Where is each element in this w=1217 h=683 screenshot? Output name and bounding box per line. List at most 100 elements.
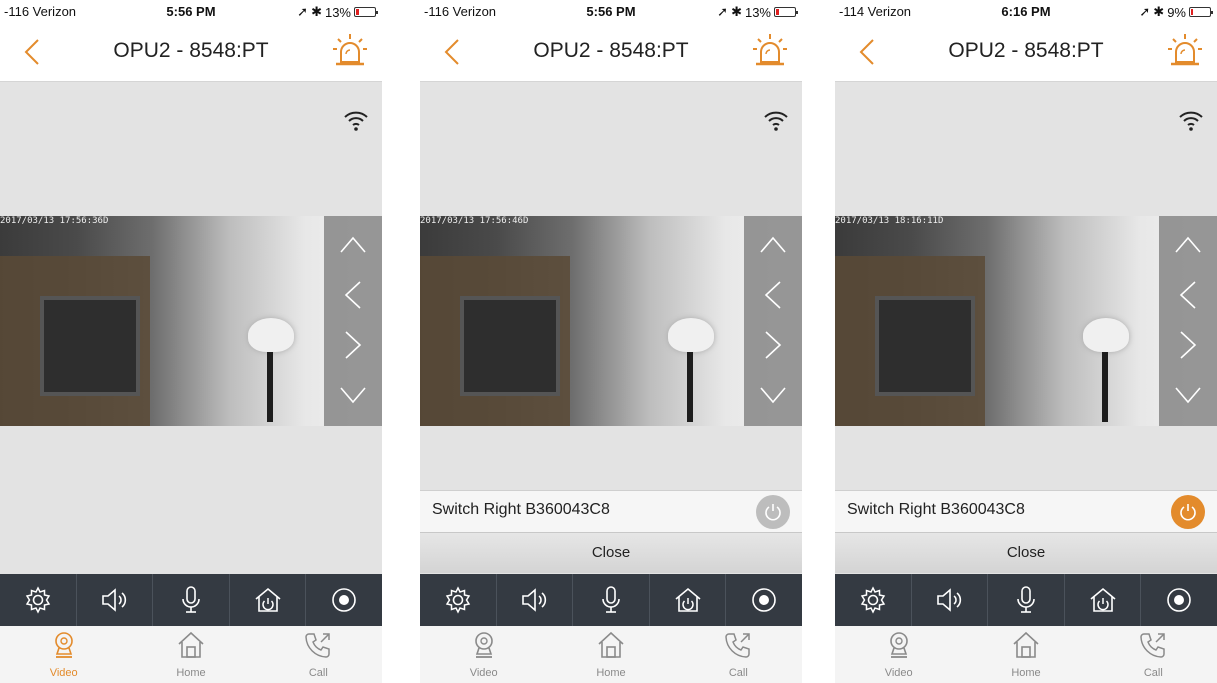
webcam-icon — [884, 630, 914, 665]
power-toggle-icon[interactable] — [1171, 495, 1205, 529]
video-scene-bulb — [248, 318, 294, 352]
pan-down-icon[interactable] — [334, 376, 372, 414]
battery-icon — [1189, 7, 1213, 17]
video-timestamp: 2017/03/13 17:56:46D — [420, 216, 529, 226]
home-power-icon[interactable] — [230, 574, 307, 626]
microphone-icon[interactable] — [988, 574, 1065, 626]
call-icon — [1138, 630, 1168, 665]
tab-label: Home — [596, 667, 626, 679]
phone-screen-3: -114 Verizon 6:16 PM ➚ ✱ 9% OPU2 - 8548:… — [835, 0, 1217, 683]
control-toolbar — [0, 574, 382, 626]
status-bar: -116 Verizon 5:56 PM ➚ ✱ 13% — [420, 0, 802, 22]
video-scene-bulb — [1083, 318, 1129, 352]
settings-gear-icon[interactable] — [0, 574, 77, 626]
battery-percent: 9% — [1167, 4, 1186, 20]
battery-icon — [354, 7, 378, 17]
switch-row: Switch Right B360043C8 — [835, 490, 1217, 532]
camera-video-feed[interactable]: 2017/03/13 17:56:46D — [420, 216, 802, 426]
speaker-icon[interactable] — [77, 574, 154, 626]
webcam-icon — [49, 630, 79, 665]
video-scene-stand — [687, 352, 693, 422]
tab-video[interactable]: Video — [0, 626, 127, 683]
alarm-siren-icon[interactable] — [332, 32, 368, 70]
battery-fill — [776, 9, 779, 15]
video-scene-box — [875, 296, 975, 396]
microphone-icon[interactable] — [153, 574, 230, 626]
nav-bar: OPU2 - 8548:PT — [0, 22, 382, 82]
status-right: ➚ ✱ 13% — [297, 4, 378, 20]
pan-right-icon[interactable] — [334, 326, 372, 364]
home-icon — [596, 630, 626, 665]
tab-label: Home — [176, 667, 206, 679]
tab-call[interactable]: Call — [675, 626, 802, 683]
main-content: 2017/03/13 17:56:36D — [0, 82, 382, 574]
pan-left-icon[interactable] — [754, 276, 792, 314]
record-icon[interactable] — [726, 574, 802, 626]
pan-up-icon[interactable] — [754, 226, 792, 264]
tab-home[interactable]: Home — [547, 626, 674, 683]
video-scene-bulb — [668, 318, 714, 352]
tab-label: Call — [1143, 667, 1163, 679]
alarm-siren-icon[interactable] — [1167, 32, 1203, 70]
control-toolbar — [420, 574, 802, 626]
location-arrow-icon: ➚ — [297, 4, 309, 19]
record-icon[interactable] — [1141, 574, 1217, 626]
speaker-icon[interactable] — [497, 574, 574, 626]
status-bar: -116 Verizon 5:56 PM ➚ ✱ 13% — [0, 0, 382, 22]
settings-gear-icon[interactable] — [835, 574, 912, 626]
camera-video-feed[interactable]: 2017/03/13 17:56:36D — [0, 216, 382, 426]
video-timestamp: 2017/03/13 18:16:11D — [835, 216, 944, 226]
call-icon — [303, 630, 333, 665]
tab-call[interactable]: Call — [255, 626, 382, 683]
tab-call[interactable]: Call — [1090, 626, 1217, 683]
pan-up-icon[interactable] — [1169, 226, 1207, 264]
video-scene-stand — [1102, 352, 1108, 422]
settings-gear-icon[interactable] — [420, 574, 497, 626]
home-icon — [1011, 630, 1041, 665]
phone-screen-1: -116 Verizon 5:56 PM ➚ ✱ 13% OPU2 - 8548… — [0, 0, 382, 683]
nav-bar: OPU2 - 8548:PT — [420, 22, 802, 82]
nav-bar: OPU2 - 8548:PT — [835, 22, 1217, 82]
tab-video[interactable]: Video — [420, 626, 547, 683]
tab-label: Video — [884, 667, 913, 679]
wifi-signal-icon — [342, 106, 370, 134]
pan-left-icon[interactable] — [1169, 276, 1207, 314]
wifi-signal-icon — [762, 106, 790, 134]
pan-down-icon[interactable] — [1169, 376, 1207, 414]
phone-screen-2: -116 Verizon 5:56 PM ➚ ✱ 13% OPU2 - 8548… — [420, 0, 802, 683]
close-button[interactable]: Close — [835, 532, 1217, 573]
record-icon[interactable] — [306, 574, 382, 626]
tab-label: Video — [469, 667, 498, 679]
switch-label: Switch Right B360043C8 — [432, 501, 610, 518]
battery-percent: 13% — [744, 4, 771, 20]
location-arrow-icon: ➚ — [717, 4, 729, 19]
home-icon — [176, 630, 206, 665]
pan-left-icon[interactable] — [334, 276, 372, 314]
call-icon — [723, 630, 753, 665]
pan-up-icon[interactable] — [334, 226, 372, 264]
pan-down-icon[interactable] — [754, 376, 792, 414]
pan-right-icon[interactable] — [754, 326, 792, 364]
status-right: ➚ ✱ 9% — [1139, 4, 1213, 20]
tab-bar: Video Home Call — [835, 626, 1217, 683]
tab-bar: Video Home Call — [420, 626, 802, 683]
tab-video[interactable]: Video — [835, 626, 962, 683]
home-power-icon[interactable] — [650, 574, 727, 626]
tab-home[interactable]: Home — [962, 626, 1089, 683]
status-right: ➚ ✱ 13% — [717, 4, 798, 20]
alarm-siren-icon[interactable] — [752, 32, 788, 70]
battery-fill — [356, 9, 359, 15]
ptz-control-panel — [744, 216, 802, 426]
camera-video-feed[interactable]: 2017/03/13 18:16:11D — [835, 216, 1217, 426]
pan-right-icon[interactable] — [1169, 326, 1207, 364]
control-toolbar — [835, 574, 1217, 626]
tab-home[interactable]: Home — [127, 626, 254, 683]
bluetooth-icon: ✱ — [1153, 4, 1165, 19]
power-toggle-icon[interactable] — [756, 495, 790, 529]
bluetooth-icon: ✱ — [731, 4, 742, 19]
close-button[interactable]: Close — [420, 532, 802, 573]
switch-label: Switch Right B360043C8 — [847, 501, 1025, 518]
microphone-icon[interactable] — [573, 574, 650, 626]
speaker-icon[interactable] — [912, 574, 989, 626]
home-power-icon[interactable] — [1065, 574, 1142, 626]
